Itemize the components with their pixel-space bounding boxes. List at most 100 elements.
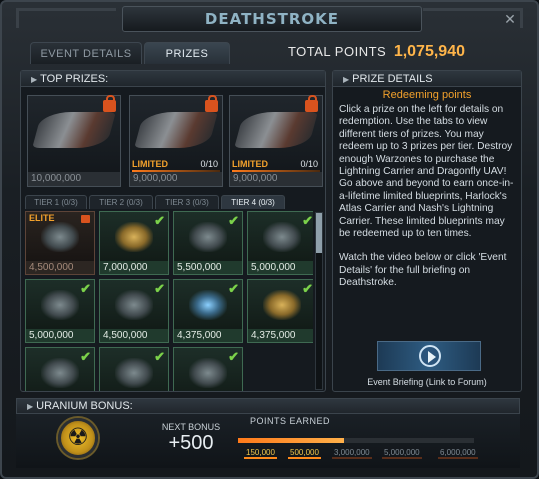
tier-prize-item[interactable]: ✔ 5,000,000 — [25, 279, 95, 343]
prize-details-header: ▶ PRIZE DETAILS — [333, 71, 521, 87]
lock-icon — [205, 95, 218, 112]
detail-title: Redeeming points — [382, 89, 472, 101]
prize-price: 5,000,000 — [26, 329, 94, 342]
unit-icon — [41, 222, 79, 252]
tab-prizes[interactable]: PRIZES — [144, 42, 230, 64]
prizes-panel: ▶ TOP PRIZES: 10,000,000 LIMITED 0/10 9,0… — [20, 70, 326, 392]
unit-icon — [189, 222, 227, 252]
checkmark-icon: ✔ — [228, 213, 239, 228]
points-progress-fill — [238, 438, 345, 443]
tier-prize-item[interactable]: ✔ — [99, 347, 169, 391]
collapse-arrow-icon: ▶ — [343, 75, 350, 84]
scrollbar-thumb[interactable] — [316, 213, 322, 253]
prize-price: 4,500,000 — [100, 329, 168, 342]
prize-price: 9,000,000 — [230, 172, 322, 186]
event-briefing-link[interactable]: Event Briefing (Link to Forum) — [333, 377, 521, 387]
prize-price: 5,000,000 — [248, 261, 313, 274]
prize-price: 4,500,000 — [26, 261, 94, 274]
top-prizes-header: ▶ TOP PRIZES: — [21, 71, 325, 87]
play-icon[interactable] — [419, 345, 441, 367]
elite-label: ELITE — [29, 213, 55, 223]
lock-icon — [103, 95, 116, 112]
unit-icon — [263, 222, 301, 252]
prize-price: 9,000,000 — [130, 172, 222, 186]
next-bonus-label: NEXT BONUS — [161, 422, 221, 432]
milestone-label: 500,000 — [288, 448, 321, 459]
limited-label: LIMITED — [132, 159, 168, 169]
tier-tabs: TIER 1 (0/3) TIER 2 (0/3) TIER 3 (0/3) T… — [25, 195, 321, 209]
top-prize-card[interactable]: LIMITED 0/10 9,000,000 — [129, 95, 223, 187]
checkmark-icon: ✔ — [228, 281, 239, 296]
next-bonus: NEXT BONUS +500 — [156, 422, 226, 454]
window-titlebar: DEATHSTROKE — [122, 6, 422, 32]
limited-count: 0/10 — [200, 159, 218, 169]
tier-prize-item[interactable]: ✔ 4,375,000 — [173, 279, 243, 343]
top-prize-card[interactable]: LIMITED 0/10 9,000,000 — [229, 95, 323, 187]
unit-icon — [41, 358, 79, 388]
ship-icon — [32, 112, 116, 149]
points-progress-bar — [238, 438, 474, 443]
limited-indicator: LIMITED 0/10 — [132, 158, 220, 172]
tier-prize-item[interactable]: ✔ — [173, 347, 243, 391]
limited-label: LIMITED — [232, 159, 268, 169]
next-bonus-value: +500 — [168, 432, 214, 454]
detail-body: Click a prize on the left for details on… — [339, 104, 515, 302]
tier-prize-item[interactable]: ✔ 7,000,000 — [99, 211, 169, 275]
lock-icon — [81, 215, 90, 223]
milestone-label: 3,000,000 — [332, 448, 372, 459]
unit-icon — [189, 290, 227, 320]
window-frame: DEATHSTROKE ✕ EVENT DETAILS PRIZES TOTAL… — [0, 0, 539, 479]
tier-scrollbar[interactable] — [315, 212, 323, 390]
checkmark-icon: ✔ — [228, 349, 239, 364]
collapse-arrow-icon: ▶ — [31, 75, 38, 84]
total-points-label: TOTAL POINTS — [287, 44, 387, 59]
unit-icon — [115, 222, 153, 252]
limited-count: 0/10 — [300, 159, 318, 169]
unit-icon — [41, 290, 79, 320]
checkmark-icon: ✔ — [154, 349, 165, 364]
checkmark-icon: ✔ — [302, 213, 313, 228]
prize-details-panel: ▶ PRIZE DETAILS Redeeming points Click a … — [332, 70, 522, 392]
ship-icon — [134, 112, 218, 149]
collapse-arrow-icon: ▶ — [27, 402, 34, 411]
prize-price: 10,000,000 — [28, 172, 120, 186]
limited-indicator: LIMITED 0/10 — [232, 158, 320, 172]
window-title: DEATHSTROKE — [204, 10, 340, 28]
tier-tab-2[interactable]: TIER 2 (0/3) — [89, 195, 153, 209]
prize-price: 4,375,000 — [248, 329, 313, 342]
radiation-icon: ☢ — [58, 418, 98, 458]
unit-icon — [115, 290, 153, 320]
close-icon[interactable]: ✕ — [501, 10, 519, 28]
video-thumbnail[interactable] — [377, 341, 481, 371]
tier-prize-item[interactable]: ✔ 4,375,000 — [247, 279, 313, 343]
prize-price: 5,500,000 — [174, 261, 242, 274]
checkmark-icon: ✔ — [154, 213, 165, 228]
uranium-bonus-area: ☢ NEXT BONUS +500 POINTS EARNED 150,000 5… — [16, 414, 520, 468]
tab-event-details[interactable]: EVENT DETAILS — [30, 42, 142, 64]
tier-tab-3[interactable]: TIER 3 (0/3) — [155, 195, 219, 209]
detail-paragraph: Watch the video below or click 'Event De… — [339, 252, 507, 289]
checkmark-icon: ✔ — [80, 349, 91, 364]
prize-price: 7,000,000 — [100, 261, 168, 274]
frame-ornament-left — [16, 8, 116, 28]
detail-paragraph: Click a prize on the left for details on… — [339, 104, 514, 240]
tier-prize-item[interactable]: ELITE 4,500,000 — [25, 211, 95, 275]
tier-prize-item[interactable]: ✔ 4,500,000 — [99, 279, 169, 343]
milestone-label: 150,000 — [244, 448, 277, 459]
unit-icon — [263, 290, 301, 320]
prize-price: 4,375,000 — [174, 329, 242, 342]
tier-tab-4[interactable]: TIER 4 (0/3) — [221, 195, 285, 209]
tier-tab-1[interactable]: TIER 1 (0/3) — [25, 195, 87, 209]
checkmark-icon: ✔ — [80, 281, 91, 296]
tier-grid: ELITE 4,500,000 ✔ 7,000,000 ✔ 5,500,000 ✔ 5,000… — [21, 211, 313, 391]
milestone-label: 5,000,000 — [382, 448, 422, 459]
checkmark-icon: ✔ — [302, 281, 313, 296]
lock-icon — [305, 95, 318, 112]
ship-icon — [234, 112, 318, 149]
total-points-value: 1,075,940 — [393, 43, 465, 60]
tier-prize-item[interactable]: ✔ 5,500,000 — [173, 211, 243, 275]
tier-prize-item[interactable]: ✔ 5,000,000 — [247, 211, 313, 275]
tier-prize-item[interactable]: ✔ — [25, 347, 95, 391]
top-prize-card[interactable]: 10,000,000 — [27, 95, 121, 187]
total-points: TOTAL POINTS 1,075,940 — [288, 43, 465, 61]
